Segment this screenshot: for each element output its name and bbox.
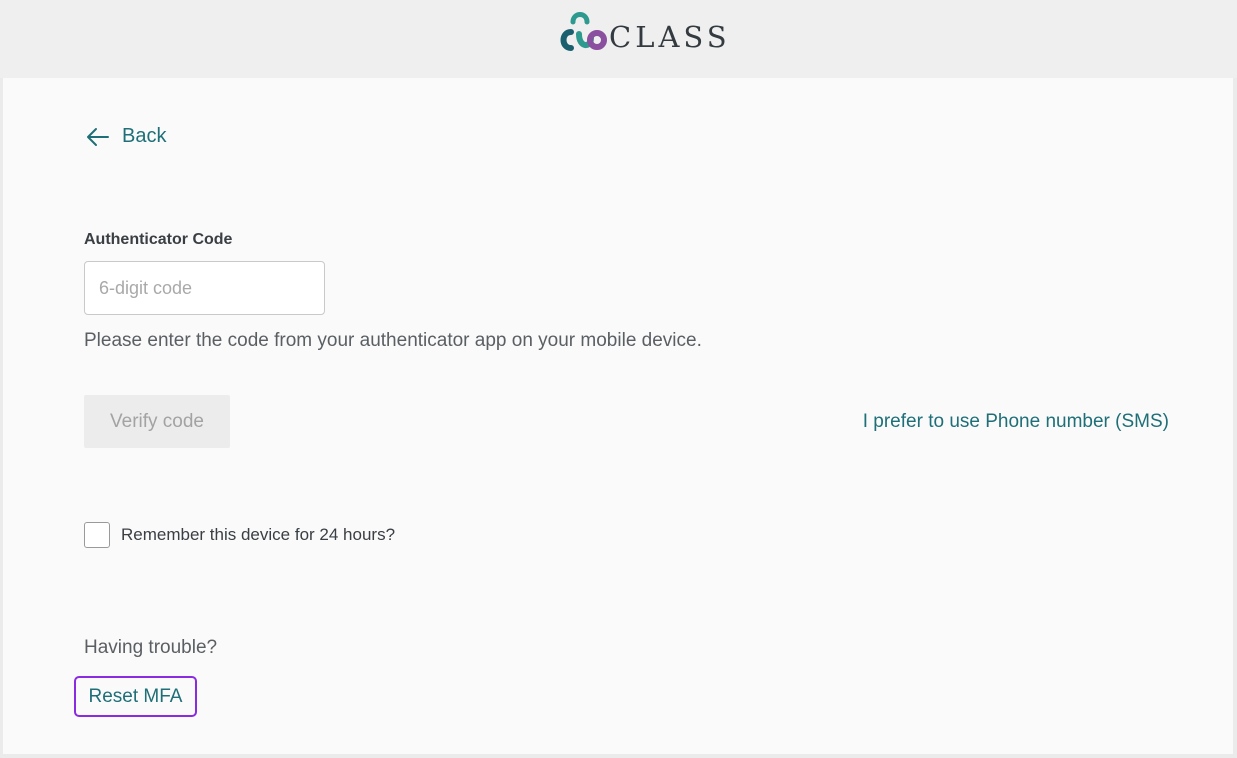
- remember-device: Remember this device for 24 hours?: [84, 522, 395, 548]
- authenticator-code-input[interactable]: [84, 261, 325, 315]
- class-logo: CLASS: [557, 8, 731, 52]
- verify-code-button[interactable]: Verify code: [84, 395, 230, 448]
- arrow-left-icon: [87, 127, 109, 146]
- remember-device-label: Remember this device for 24 hours?: [121, 525, 396, 544]
- reset-mfa-link[interactable]: Reset MFA: [74, 676, 197, 717]
- use-sms-link[interactable]: I prefer to use Phone number (SMS): [863, 411, 1169, 433]
- top-header: CLASS: [0, 0, 1237, 78]
- class-logo-icon: [560, 12, 607, 51]
- authenticator-code-label: Authenticator Code: [84, 231, 233, 248]
- back-link[interactable]: Back: [86, 125, 166, 148]
- remember-device-checkbox[interactable]: [84, 522, 110, 548]
- back-label: Back: [122, 125, 167, 147]
- help-text: Please enter the code from your authenti…: [84, 330, 702, 351]
- logo-text: CLASS: [609, 19, 731, 54]
- having-trouble-text: Having trouble?: [84, 637, 218, 658]
